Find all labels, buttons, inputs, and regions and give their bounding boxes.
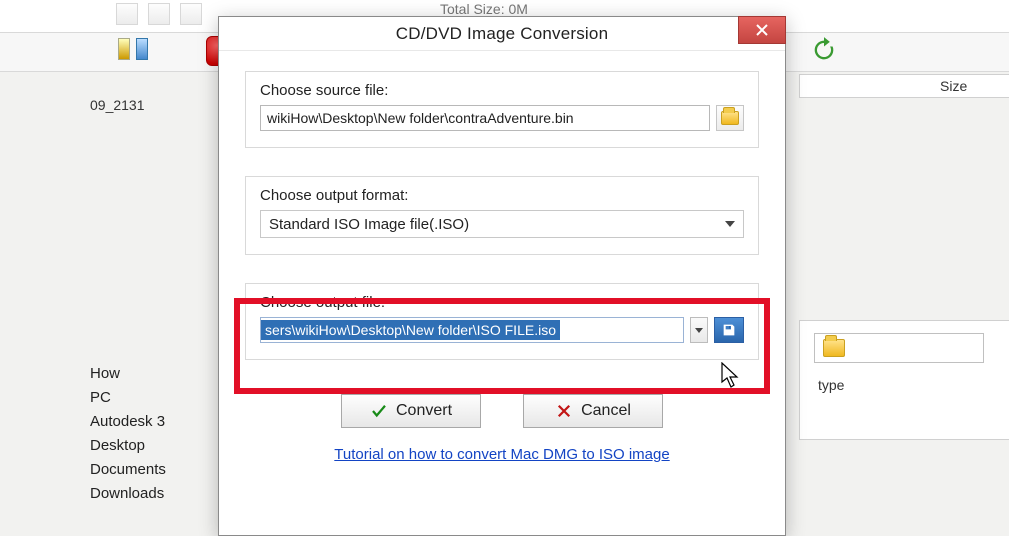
folder-icon [823, 339, 845, 357]
list-item: How [90, 362, 166, 386]
source-file-input[interactable] [260, 105, 710, 131]
source-file-group: Choose source file: [245, 71, 759, 148]
tutorial-link-row: Tutorial on how to convert Mac DMG to IS… [245, 446, 759, 464]
check-icon [370, 402, 388, 420]
output-file-history-button[interactable] [690, 317, 708, 343]
size-column-header: Size [799, 74, 1009, 98]
cancel-button[interactable]: Cancel [523, 394, 663, 428]
output-format-label: Choose output format: [260, 187, 744, 204]
close-button[interactable] [738, 16, 786, 44]
x-icon [555, 402, 573, 420]
output-file-value: sers\wikiHow\Desktop\New folder\ISO FILE… [261, 320, 560, 340]
type-label: type [818, 377, 844, 393]
chevron-down-icon [725, 221, 735, 227]
list-item: PC [90, 386, 166, 410]
refresh-icon [807, 36, 841, 64]
list-item: Documents [90, 458, 166, 482]
background-file-label: 09_2131 [90, 97, 145, 113]
tutorial-link[interactable]: Tutorial on how to convert Mac DMG to IS… [334, 446, 669, 463]
save-output-button[interactable] [714, 317, 744, 343]
output-format-group: Choose output format: Standard ISO Image… [245, 176, 759, 255]
list-item: Desktop [90, 434, 166, 458]
convert-button[interactable]: Convert [341, 394, 481, 428]
list-item: Autodesk 3 [90, 410, 166, 434]
background-slice-icons [118, 38, 148, 60]
background-browse-panel: type [799, 320, 1009, 440]
conversion-dialog: CD/DVD Image Conversion Choose source fi… [218, 16, 786, 536]
output-format-dropdown[interactable]: Standard ISO Image file(.ISO) [260, 210, 744, 238]
floppy-disk-icon [721, 322, 737, 338]
dialog-actions: Convert Cancel [245, 394, 759, 428]
open-folder-icon [721, 111, 739, 125]
close-icon [755, 23, 769, 37]
source-file-label: Choose source file: [260, 82, 744, 99]
output-file-label: Choose output file: [260, 294, 744, 311]
dialog-title: CD/DVD Image Conversion [396, 24, 608, 44]
titlebar: CD/DVD Image Conversion [219, 17, 785, 51]
convert-button-label: Convert [396, 402, 452, 420]
folder-up-button[interactable] [814, 333, 984, 363]
background-tree-list: How PC Autodesk 3 Desktop Documents Down… [90, 362, 166, 506]
list-item: Downloads [90, 482, 166, 506]
chevron-down-icon [695, 328, 703, 333]
background-toolbar-icons [116, 3, 202, 25]
total-size-label: Total Size: 0M [440, 1, 528, 17]
output-file-input[interactable]: sers\wikiHow\Desktop\New folder\ISO FILE… [260, 317, 684, 343]
output-file-group: Choose output file: sers\wikiHow\Desktop… [245, 283, 759, 360]
output-format-value: Standard ISO Image file(.ISO) [269, 216, 469, 233]
cancel-button-label: Cancel [581, 402, 631, 420]
browse-source-button[interactable] [716, 105, 744, 131]
